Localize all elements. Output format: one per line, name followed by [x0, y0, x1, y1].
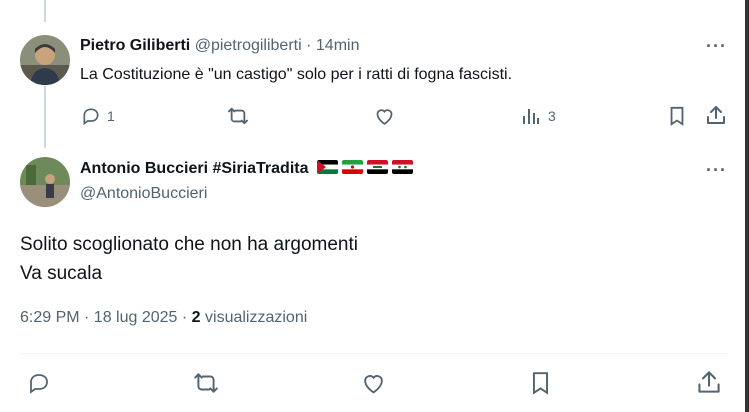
- main-author-row: Antonio Buccieri #SiriaTradita: [80, 160, 413, 178]
- thread-line: [44, 86, 46, 148]
- tweet-text-line: Va sucala: [20, 263, 103, 284]
- bookmark-icon[interactable]: [530, 371, 551, 395]
- more-options-button[interactable]: ···: [706, 36, 727, 57]
- tweet-text: Solito scoglionato che non ha argomenti …: [20, 230, 358, 288]
- share-icon[interactable]: [697, 370, 721, 394]
- views-icon[interactable]: [521, 106, 541, 126]
- like-icon[interactable]: [374, 106, 395, 126]
- views-count: 2: [191, 309, 201, 326]
- like-icon[interactable]: [361, 371, 386, 395]
- reply-count: 1: [107, 108, 115, 124]
- share-icon[interactable]: [706, 105, 726, 125]
- iraq-flag-icon: [366, 160, 388, 174]
- author-name[interactable]: Antonio Buccieri #SiriaTradita: [80, 160, 309, 177]
- retweet-icon[interactable]: [193, 371, 219, 395]
- retweet-icon[interactable]: [227, 106, 249, 126]
- tweet-time[interactable]: 14min: [316, 37, 360, 54]
- syria-flag-icon: [391, 160, 413, 174]
- tweet-text-line: Solito scoglionato che non ha argomenti: [20, 234, 359, 255]
- iran-flag-icon: [341, 160, 363, 174]
- tweet-text: La Costituzione è "un castigo" solo per …: [80, 66, 513, 83]
- separator: ·: [306, 37, 312, 54]
- avatar[interactable]: [20, 157, 70, 207]
- reply-header: Pietro Giliberti @pietrogiliberti · 14mi…: [80, 37, 359, 55]
- avatar[interactable]: [20, 35, 70, 85]
- views-count: 3: [548, 108, 556, 124]
- author-name[interactable]: Pietro Giliberti: [80, 37, 190, 54]
- tweet-meta: 6:29 PM · 18 lug 2025 · 2 visualizzazion…: [20, 309, 307, 327]
- tweet-timestamp[interactable]: 6:29 PM · 18 lug 2025 ·: [20, 309, 192, 326]
- more-options-button[interactable]: ···: [706, 160, 727, 181]
- author-handle[interactable]: @pietrogiliberti: [195, 37, 302, 54]
- divider: [20, 353, 728, 354]
- views-label: visualizzazioni: [200, 309, 308, 326]
- reply-icon[interactable]: [81, 106, 101, 126]
- bookmark-icon[interactable]: [668, 106, 686, 126]
- author-handle[interactable]: @AntonioBuccieri: [80, 185, 207, 203]
- palestine-flag-icon: [316, 160, 338, 174]
- window-edge: [745, 0, 749, 412]
- thread-line: [44, 0, 46, 22]
- reply-icon[interactable]: [27, 371, 51, 395]
